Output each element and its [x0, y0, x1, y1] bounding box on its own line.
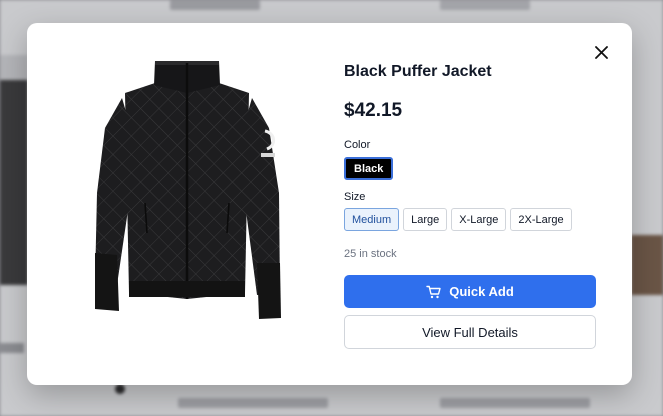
background-dot [115, 384, 125, 394]
background-text [440, 398, 590, 408]
color-label: Color [344, 139, 371, 151]
quick-add-label: Quick Add [449, 284, 514, 299]
background-block [0, 55, 28, 80]
product-image [95, 61, 281, 319]
product-title: Black Puffer Jacket [344, 63, 492, 80]
size-option-medium[interactable]: Medium [344, 208, 400, 231]
size-option-large[interactable]: Large [403, 208, 448, 231]
size-option-x-large[interactable]: X-Large [451, 208, 507, 231]
background-text [178, 398, 328, 408]
close-button[interactable] [592, 43, 610, 61]
quick-add-button[interactable]: Quick Add [344, 275, 596, 308]
background-text [0, 343, 24, 353]
view-full-details-button[interactable]: View Full Details [344, 315, 596, 349]
background-product-image [0, 80, 28, 285]
background-product-image [631, 235, 663, 295]
close-icon [594, 45, 608, 59]
background-text [440, 0, 530, 10]
stock-status: 25 in stock [344, 248, 397, 260]
color-option-black[interactable]: Black [344, 157, 394, 180]
size-label: Size [344, 191, 366, 203]
size-option-2x-large[interactable]: 2X-Large [510, 208, 572, 231]
size-options: Medium Large X-Large 2X-Large [344, 208, 572, 231]
background-text [170, 0, 260, 10]
cart-icon [426, 285, 441, 298]
quick-view-modal: Black Puffer Jacket $42.15 Color Black S… [27, 23, 632, 385]
product-price: $42.15 [344, 100, 403, 121]
